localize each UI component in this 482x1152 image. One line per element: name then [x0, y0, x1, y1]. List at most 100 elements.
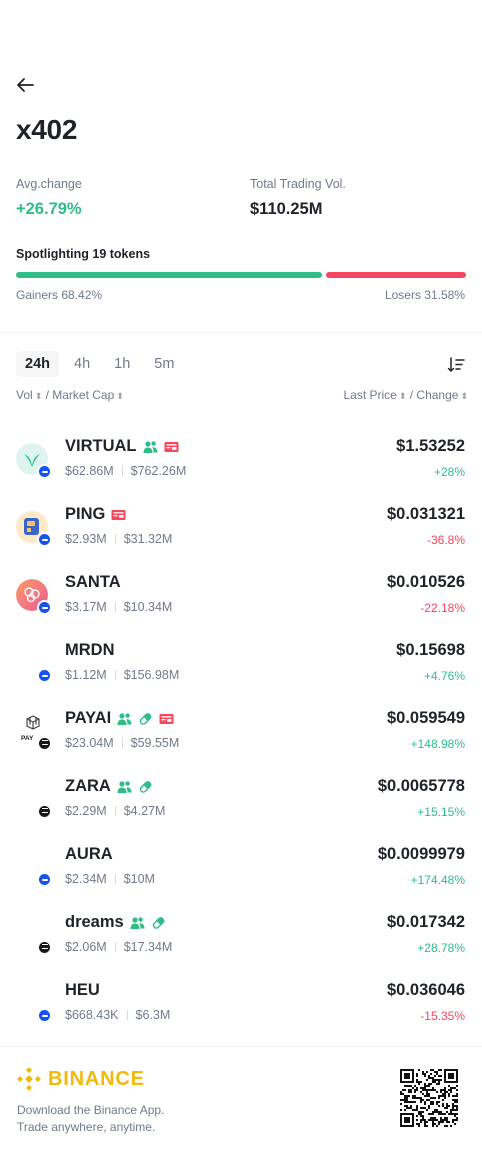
base-chain-icon	[37, 600, 52, 615]
token-price: $0.15698	[396, 641, 465, 659]
token-row[interactable]: PING $2.93M $31.32M $0.031321 -36.8%	[0, 505, 482, 565]
token-volume: $1.12M	[65, 668, 107, 682]
token-vol-mcap: $3.17M $10.34M	[65, 600, 172, 614]
token-logo	[16, 783, 52, 819]
separator	[114, 670, 116, 680]
token-symbol-line: ZARA	[65, 777, 153, 796]
token-logo	[16, 919, 52, 955]
losers-label: Losers 31.58%	[384, 288, 465, 302]
pill-icon	[152, 916, 165, 929]
token-logo	[16, 579, 52, 615]
token-market-cap: $10.34M	[123, 600, 173, 614]
separator	[114, 942, 116, 952]
solana-chain-icon	[37, 940, 52, 955]
token-volume: $23.04M	[65, 736, 114, 750]
community-icon	[143, 440, 157, 453]
sort-icon[interactable]	[447, 356, 465, 374]
token-market-cap: $17.34M	[123, 940, 173, 954]
token-vol-mcap: $23.04M $59.55M	[65, 736, 179, 750]
base-chain-icon	[37, 872, 52, 887]
token-change: -22.18%	[420, 601, 465, 615]
separator	[114, 602, 116, 612]
change-column-header[interactable]: Change ⬍	[416, 388, 468, 402]
token-market-cap: $762.26M	[130, 464, 187, 478]
base-chain-icon	[37, 668, 52, 683]
download-app-text: Download the Binance App. Trade anywhere…	[17, 1102, 164, 1136]
token-symbol-line: PING	[65, 505, 126, 524]
binance-logo-icon	[17, 1067, 41, 1091]
back-arrow-icon[interactable]	[14, 74, 36, 96]
vol-column-header[interactable]: Vol ⬍	[16, 388, 42, 402]
token-change: +28%	[433, 465, 465, 479]
token-change: -36.8%	[426, 533, 465, 547]
token-symbol: MRDN	[65, 641, 115, 659]
tab-1h[interactable]: 1h	[105, 351, 139, 377]
token-price: $0.0065778	[377, 777, 465, 795]
footer-line-2: Trade anywhere, anytime.	[17, 1120, 156, 1134]
tab-4h[interactable]: 4h	[65, 351, 99, 377]
separator	[126, 1010, 128, 1020]
ticket-icon	[164, 441, 178, 452]
token-symbol-line: SANTA	[65, 573, 121, 592]
token-symbol: PAYAI	[65, 709, 112, 727]
total-volume-label: Total Trading Vol.	[250, 177, 346, 191]
base-chain-icon	[37, 532, 52, 547]
token-symbol-line: AURA	[65, 845, 113, 864]
ticket-icon	[159, 713, 174, 724]
pill-icon	[139, 780, 152, 793]
community-icon	[130, 916, 145, 929]
token-change: +15.15%	[417, 805, 465, 819]
token-price: $0.031321	[387, 505, 465, 523]
token-market-cap: $156.98M	[123, 668, 180, 682]
base-chain-icon	[37, 464, 52, 479]
footer-divider	[0, 1046, 482, 1047]
token-price: $0.059549	[387, 709, 465, 727]
avg-change-label: Avg.change	[16, 177, 82, 191]
column-headers-right: Last Price ⬍ / Change ⬍	[343, 388, 468, 402]
token-price: $1.53252	[396, 437, 465, 455]
solana-chain-icon	[37, 736, 52, 751]
token-price: $0.0099979	[377, 845, 465, 863]
market-cap-column-header[interactable]: Market Cap ⬍	[52, 388, 124, 402]
token-vol-mcap: $2.06M $17.34M	[65, 940, 172, 954]
token-row[interactable]: AURA $2.34M $10M $0.0099979 +174.48%	[0, 845, 482, 905]
gainers-bar	[16, 272, 322, 278]
tab-24h[interactable]: 24h	[16, 351, 59, 377]
sort-updown-icon: ⬍	[116, 391, 124, 401]
separator	[121, 466, 123, 476]
footer-line-1: Download the Binance App.	[17, 1103, 165, 1117]
token-row[interactable]: SANTA $3.17M $10.34M $0.010526 -22.18%	[0, 573, 482, 633]
token-symbol: AURA	[65, 845, 113, 863]
base-chain-icon	[37, 1008, 52, 1023]
token-row[interactable]: VIRTUAL $62.86M $762.26M $1.53252 +28%	[0, 437, 482, 497]
token-logo: PAY	[16, 715, 52, 751]
tab-5m[interactable]: 5m	[145, 351, 183, 377]
token-volume: $2.06M	[65, 940, 107, 954]
token-price: $0.017342	[387, 913, 465, 931]
last-price-column-header[interactable]: Last Price ⬍	[343, 388, 406, 402]
token-symbol: HEU	[65, 981, 100, 999]
token-market-cap: $6.3M	[135, 1008, 171, 1022]
token-market-cap: $31.32M	[123, 532, 173, 546]
token-row[interactable]: dreams $2.06M $17.34M $0.017342 +28.78%	[0, 913, 482, 973]
token-row[interactable]: HEU $668.43K $6.3M $0.036046 -15.35%	[0, 981, 482, 1041]
token-volume: $668.43K	[65, 1008, 119, 1022]
token-symbol-line: MRDN	[65, 641, 115, 660]
binance-brand[interactable]: BINANCE	[16, 1066, 145, 1092]
token-row[interactable]: PAY PAYAI $23.04M $59.55M $0.059549 +148…	[0, 709, 482, 769]
qr-code-icon[interactable]	[400, 1069, 458, 1127]
gainers-label: Gainers 68.42%	[16, 288, 103, 302]
token-logo	[16, 443, 52, 479]
token-vol-mcap: $2.34M $10M	[65, 872, 155, 886]
token-vol-mcap: $2.93M $31.32M	[65, 532, 172, 546]
token-row[interactable]: ZARA $2.29M $4.27M $0.0065778 +15.15%	[0, 777, 482, 837]
token-symbol-line: dreams	[65, 913, 166, 932]
token-vol-mcap: $1.12M $156.98M	[65, 668, 179, 682]
ticket-icon	[111, 509, 126, 520]
community-icon	[117, 712, 132, 725]
token-volume: $62.86M	[65, 464, 114, 478]
token-row[interactable]: MRDN $1.12M $156.98M $0.15698 +4.76%	[0, 641, 482, 701]
token-symbol-line: VIRTUAL	[65, 437, 179, 456]
sort-updown-icon: ⬍	[460, 391, 468, 401]
token-change: +4.76%	[423, 669, 465, 683]
